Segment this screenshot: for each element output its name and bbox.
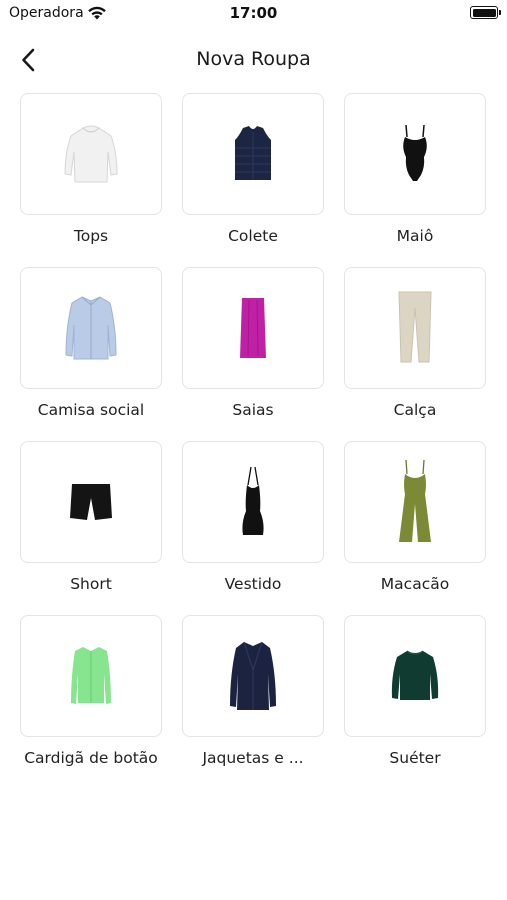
category-label: Cardigã de botão — [24, 749, 158, 767]
category-label: Tops — [73, 227, 109, 245]
category-vestido[interactable]: Vestido — [182, 441, 324, 607]
category-card[interactable] — [20, 441, 162, 563]
category-label: Suéter — [389, 749, 441, 767]
category-card[interactable] — [182, 615, 324, 737]
vest-image — [235, 126, 271, 180]
category-card[interactable] — [20, 615, 162, 737]
coat-image — [230, 641, 276, 710]
page-title: Nova Roupa — [196, 48, 311, 70]
category-card[interactable] — [20, 93, 162, 215]
category-label: Calça — [393, 401, 437, 419]
category-label: Camisa social — [37, 401, 145, 419]
sweater-image — [391, 650, 439, 700]
header: Nova Roupa — [0, 40, 507, 80]
category-macacao[interactable]: Macacão — [344, 441, 486, 607]
category-calca[interactable]: Calça — [344, 267, 486, 433]
category-saias[interactable]: Saias — [182, 267, 324, 433]
swimsuit-image — [403, 124, 427, 181]
status-bar: Operadora 17:00 — [0, 0, 507, 28]
category-maio[interactable]: Maiô — [344, 93, 486, 259]
battery-icon — [470, 6, 501, 19]
category-cardiga-de-botao[interactable]: Cardigã de botão — [20, 615, 162, 781]
pants-image — [398, 291, 432, 363]
category-card[interactable] — [344, 93, 486, 215]
category-grid: Tops Colete Maiô Camisa social Saias Cal… — [20, 93, 488, 781]
status-time: 17:00 — [229, 4, 278, 22]
dress-shirt-image — [65, 296, 117, 360]
category-card[interactable] — [344, 441, 486, 563]
jumpsuit-image — [399, 459, 431, 542]
category-card[interactable] — [344, 615, 486, 737]
category-card[interactable] — [182, 267, 324, 389]
category-short[interactable]: Short — [20, 441, 162, 607]
category-card[interactable] — [182, 441, 324, 563]
category-tops[interactable]: Tops — [20, 93, 162, 259]
dress-image — [242, 466, 264, 535]
category-label: Jaquetas e ... — [202, 749, 304, 767]
category-card[interactable] — [182, 93, 324, 215]
category-label: Colete — [228, 227, 278, 245]
category-colete[interactable]: Colete — [182, 93, 324, 259]
category-jaquetas[interactable]: Jaquetas e ... — [182, 615, 324, 781]
category-label: Vestido — [224, 575, 282, 593]
skirt-image — [240, 298, 266, 358]
category-card[interactable] — [344, 267, 486, 389]
category-label: Short — [70, 575, 112, 593]
category-camisa-social[interactable]: Camisa social — [20, 267, 162, 433]
shorts-image — [70, 484, 112, 520]
category-card[interactable] — [20, 267, 162, 389]
category-label: Macacão — [380, 575, 450, 593]
cardigan-image — [71, 647, 111, 704]
category-label: Saias — [232, 401, 274, 419]
sweatshirt-image — [64, 125, 118, 183]
category-label: Maiô — [396, 227, 434, 245]
category-sueter[interactable]: Suéter — [344, 615, 486, 781]
